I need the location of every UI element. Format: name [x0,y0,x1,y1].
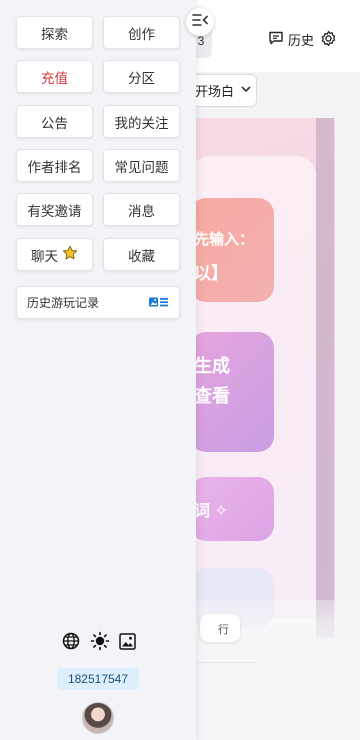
side-drawer: 探索 创作 充值 分区 公告 我的关注 作者排名 常见问题 有奖邀请 消息 聊天… [0,0,196,740]
history-label: 历史 [288,33,315,48]
chat-history-icon [268,30,284,49]
card1-line2: 以】 [194,264,228,283]
collapse-menu-button[interactable] [186,8,214,36]
card2-line1: 生成 [194,356,230,376]
card1-line1: 先输入： [194,231,255,248]
scrollbar[interactable] [316,118,334,638]
nav-favorites-button[interactable]: 收藏 [103,238,180,271]
sun-icon[interactable] [90,631,110,656]
scene-select-value: 开场白 [195,84,235,99]
nav-category-button[interactable]: 分区 [103,60,180,93]
avatar[interactable] [82,702,114,734]
globe-icon[interactable] [62,632,80,655]
star-icon [62,245,78,264]
nav-recharge-button[interactable]: 充值 [16,60,93,93]
prompt-card-2[interactable]: 生成 查看 [190,332,274,452]
bottom-toolbar [62,631,136,656]
nav-explore-button[interactable]: 探索 [16,16,93,49]
nav-faq-button[interactable]: 常见问题 [103,149,180,182]
menu-collapse-icon [192,13,208,32]
nav-announcement-button[interactable]: 公告 [16,105,93,138]
nav-messages-button[interactable]: 消息 [103,193,180,226]
card3-text: 词 ✧ [194,503,228,520]
gear-icon[interactable] [320,30,337,52]
prompt-card-3[interactable]: 词 ✧ [190,477,274,541]
prompt-card-1[interactable]: 先输入： 以】 [190,198,274,302]
nav-following-button[interactable]: 我的关注 [103,105,180,138]
image-list-icon [149,297,169,312]
play-history-label: 历史游玩记录 [27,296,100,310]
action-pill[interactable]: 行 [200,614,240,642]
chevron-down-icon [240,83,252,98]
play-history-button[interactable]: 历史游玩记录 [16,286,180,319]
nav-author-ranking-button[interactable]: 作者排名 [16,149,93,182]
divider [196,662,256,663]
nav-invite-button[interactable]: 有奖邀请 [16,193,93,226]
user-id-badge[interactable]: 182517547 [57,668,139,690]
card2-line2: 查看 [194,386,230,406]
nav-chat-button[interactable]: 聊天 [16,238,93,271]
history-button[interactable]: 历史 [268,30,314,49]
nav-chat-label: 聊天 [31,248,58,264]
image-icon[interactable] [119,632,136,655]
nav-create-button[interactable]: 创作 [103,16,180,49]
